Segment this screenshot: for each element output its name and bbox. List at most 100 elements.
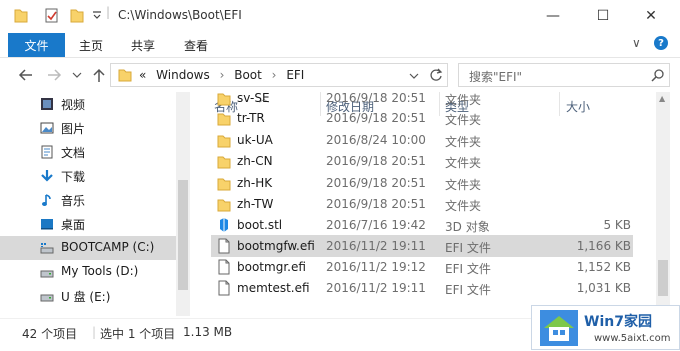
crumb-efi[interactable]: EFI xyxy=(286,68,304,82)
recent-locations-icon[interactable] xyxy=(72,71,82,79)
file-date: 2016/11/2 19:11 xyxy=(326,281,426,295)
house-logo-icon xyxy=(540,310,578,346)
sidebar-item-label: U 盘 (E:) xyxy=(61,290,111,304)
sidebar-item-my-tools[interactable]: My Tools (D:) xyxy=(0,260,176,284)
file-size: 5 KB xyxy=(603,218,631,232)
sidebar-item-label: 桌面 xyxy=(61,218,86,232)
file-name: boot.stl xyxy=(237,218,283,232)
search-input[interactable]: 搜索"EFI" xyxy=(458,63,670,87)
close-icon: ✕ xyxy=(645,7,657,24)
sidebar-item-label: 图片 xyxy=(61,122,86,136)
file-row[interactable]: tr-TR 2016/9/18 20:51 文件夹 xyxy=(211,107,633,129)
file-type: 文件夹 xyxy=(445,135,482,149)
up-icon[interactable] xyxy=(92,67,106,83)
downloads-icon xyxy=(41,170,53,182)
sidebar-item-label: 音乐 xyxy=(61,194,86,208)
navigation-pane: 视频 图片 文档 下载 音乐 桌面 BOOTCAMP (C:) My Tools… xyxy=(0,92,190,316)
file-name: memtest.efi xyxy=(237,281,310,295)
music-icon xyxy=(42,194,51,206)
address-dropdown-icon[interactable] xyxy=(409,72,419,80)
drive-icon xyxy=(40,243,54,254)
sidebar-item-downloads[interactable]: 下载 xyxy=(0,164,176,188)
file-name: zh-HK xyxy=(237,176,273,190)
file-row[interactable]: zh-CN 2016/9/18 20:51 文件夹 xyxy=(211,150,633,172)
sidebar-item-bootcamp[interactable]: BOOTCAMP (C:) xyxy=(0,236,176,260)
ribbon: 文件 主页 共享 查看 ∨ xyxy=(0,31,680,58)
address-overflow-chevron[interactable]: « xyxy=(139,68,146,82)
folder-icon xyxy=(217,178,231,191)
file-list-scrollbar[interactable]: ▲ ▼ xyxy=(656,92,670,316)
properties-icon[interactable] xyxy=(44,7,60,23)
sidebar-item-desktop[interactable]: 桌面 xyxy=(0,212,176,236)
crumb-separator[interactable]: › xyxy=(272,68,277,82)
file-name: bootmgfw.efi xyxy=(237,239,315,253)
folder-icon xyxy=(118,69,132,82)
file-type: EFI 文件 xyxy=(445,241,491,255)
back-icon[interactable] xyxy=(18,68,34,82)
file-type: EFI 文件 xyxy=(445,283,491,297)
folder-icon xyxy=(217,93,231,106)
file-type: EFI 文件 xyxy=(445,262,491,276)
file-row[interactable]: bootmgr.efi 2016/11/2 19:12 EFI 文件 1,152 KB xyxy=(211,256,633,278)
title-bar: | C:\Windows\Boot\EFI — ☐ ✕ xyxy=(0,0,680,31)
file-date: 2016/9/18 20:51 xyxy=(326,111,426,125)
file-date: 2016/9/18 20:51 xyxy=(326,154,426,168)
sidebar-item-usb-drive[interactable]: U 盘 (E:) xyxy=(0,284,176,308)
scrollbar-thumb[interactable] xyxy=(178,180,188,290)
customize-toolbar-icon[interactable] xyxy=(92,10,102,20)
file-type: 文件夹 xyxy=(445,156,482,170)
sidebar-item-documents[interactable]: 文档 xyxy=(0,140,176,164)
tab-home[interactable]: 主页 xyxy=(79,37,103,54)
search-placeholder: 搜索"EFI" xyxy=(469,70,523,84)
file-row[interactable]: bootmgfw.efi 2016/11/2 19:11 EFI 文件 1,166 K… xyxy=(211,235,633,257)
maximize-icon: ☐ xyxy=(596,7,610,24)
new-folder-icon[interactable] xyxy=(70,7,84,23)
folder-icon xyxy=(217,113,231,126)
watermark-title: Win7家园 xyxy=(584,314,652,330)
sidebar-item-videos[interactable]: 视频 xyxy=(0,92,176,116)
maximize-button[interactable]: ☐ xyxy=(580,0,626,31)
file-icon xyxy=(218,238,230,254)
sidebar-item-music[interactable]: 音乐 xyxy=(0,188,176,212)
selection-size: 1.13 MB xyxy=(183,325,233,339)
file-type: 3D 对象 xyxy=(445,220,490,234)
tab-view[interactable]: 查看 xyxy=(184,37,208,54)
crumb-windows[interactable]: Windows xyxy=(156,68,210,82)
sidebar-item-label: 视频 xyxy=(61,98,86,112)
refresh-icon[interactable] xyxy=(429,68,443,82)
file-date: 2016/8/24 10:00 xyxy=(326,133,426,147)
drive-icon xyxy=(40,270,54,278)
minimize-button[interactable]: — xyxy=(530,0,576,31)
folder-icon xyxy=(217,135,231,148)
file-type: 文件夹 xyxy=(445,178,482,192)
file-row[interactable]: memtest.efi 2016/11/2 19:11 EFI 文件 1,031 KB xyxy=(211,277,633,299)
folder-icon xyxy=(217,156,231,169)
tab-share[interactable]: 共享 xyxy=(131,37,155,54)
search-icon[interactable] xyxy=(651,68,665,82)
file-row[interactable]: zh-TW 2016/9/18 20:51 文件夹 xyxy=(211,193,633,215)
help-icon[interactable]: ? xyxy=(654,36,668,50)
close-button[interactable]: ✕ xyxy=(628,0,674,31)
file-type: 文件夹 xyxy=(445,113,482,127)
3d-object-icon xyxy=(220,218,228,232)
address-bar[interactable]: « Windows › Boot › EFI xyxy=(110,63,448,87)
sidebar-scrollbar[interactable] xyxy=(176,92,190,316)
scroll-up-icon[interactable]: ▲ xyxy=(659,94,665,103)
file-row[interactable]: boot.stl 2016/7/16 19:42 3D 对象 5 KB xyxy=(211,214,633,236)
scrollbar-thumb[interactable] xyxy=(658,260,668,296)
drive-icon xyxy=(40,294,54,302)
file-row[interactable]: zh-HK 2016/9/18 20:51 文件夹 xyxy=(211,172,633,194)
file-date: 2016/9/18 20:51 xyxy=(326,176,426,190)
forward-icon[interactable] xyxy=(46,68,62,82)
crumb-separator[interactable]: › xyxy=(220,68,225,82)
file-list: ︿ 名称 修改日期 类型 大小 sv-SE 2016/9/18 20:51 文件夹 t… xyxy=(200,92,656,316)
file-name: zh-CN xyxy=(237,154,273,168)
tab-file[interactable]: 文件 xyxy=(8,33,65,57)
folder-icon xyxy=(217,199,231,212)
video-icon xyxy=(41,98,53,110)
file-date: 2016/7/16 19:42 xyxy=(326,218,426,232)
sidebar-item-pictures[interactable]: 图片 xyxy=(0,116,176,140)
crumb-boot[interactable]: Boot xyxy=(234,68,262,82)
expand-ribbon-icon[interactable]: ∨ xyxy=(632,36,641,50)
file-row[interactable]: uk-UA 2016/8/24 10:00 文件夹 xyxy=(211,129,633,151)
